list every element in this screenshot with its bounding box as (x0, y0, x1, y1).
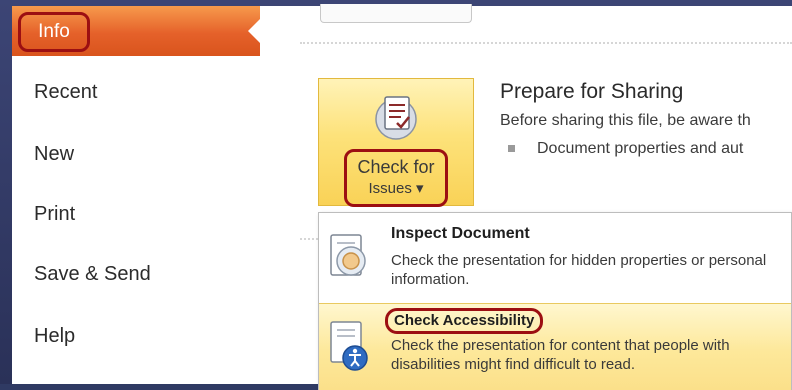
divider (300, 238, 318, 240)
check-for-issues-line2: Issues ▾ (368, 180, 424, 197)
check-accessibility-title: Check Accessibility (385, 308, 544, 334)
menu-item-inspect-document[interactable]: Inspect Document Check the presentation … (319, 217, 791, 301)
inspect-document-title: Inspect Document (391, 225, 530, 242)
sidebar-item-new[interactable]: New (12, 132, 260, 176)
prepare-bullet-text: Document properties and aut (537, 140, 744, 157)
sidebar-item-recent[interactable]: Recent (12, 70, 260, 114)
sidebar-item-save-send[interactable]: Save & Send (12, 252, 260, 296)
sidebar-item-print[interactable]: Print (12, 192, 260, 236)
check-accessibility-description: Check the presentation for content that … (391, 337, 730, 373)
previous-button-stub[interactable] (320, 4, 472, 23)
prepare-for-sharing-description: Before sharing this file, be aware th (500, 112, 751, 129)
inspect-document-icon (330, 234, 366, 276)
sidebar-item-help[interactable]: Help (12, 314, 260, 358)
backstage-sidebar: Info Recent New Print Save & Send Help (12, 6, 261, 384)
info-highlight: Info (18, 12, 90, 52)
document-check-icon (375, 96, 417, 140)
bullet-square-icon (508, 145, 515, 153)
prepare-bullet: Document properties and aut (508, 140, 743, 158)
accessibility-icon (330, 321, 368, 371)
backstage-main: Check for Issues ▾ Prepare for Sharing B… (260, 4, 792, 390)
check-for-issues-label: Check for Issues ▾ (344, 149, 448, 207)
check-for-issues-button[interactable]: Check for Issues ▾ (318, 78, 474, 207)
prepare-for-sharing-title: Prepare for Sharing (500, 80, 684, 103)
check-issues-dropdown: Inspect Document Check the presentation … (318, 212, 792, 390)
sidebar-item-info[interactable]: Info (12, 6, 261, 56)
inspect-document-description: Check the presentation for hidden proper… (391, 252, 767, 288)
check-for-issues-line1: Check for (357, 157, 435, 177)
divider (300, 42, 792, 44)
menu-item-check-accessibility[interactable]: Check Accessibility Check the presentati… (319, 303, 791, 390)
